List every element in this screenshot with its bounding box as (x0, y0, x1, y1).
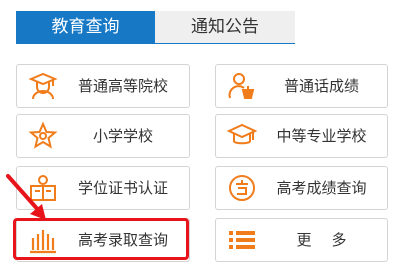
tile-vocational-schools[interactable]: 中等专业学校 (215, 114, 388, 158)
tile-label: 更多 (296, 231, 367, 249)
tile-primary-schools[interactable]: 小学学校 (16, 114, 190, 158)
tile-more[interactable]: 更多 (215, 218, 388, 262)
tile-label: 学位证书认证 (77, 179, 168, 197)
tile-universities[interactable]: 普通高等院校 (16, 64, 190, 108)
exam-score-icon (226, 172, 258, 204)
list-icon (226, 224, 258, 256)
arrow-annotation-icon (6, 174, 46, 220)
tile-label: 高考成绩查询 (276, 179, 367, 197)
tile-label: 中等专业学校 (276, 127, 367, 145)
star-badge-icon (27, 120, 59, 152)
tab-education-query[interactable]: 教育查询 (16, 11, 155, 43)
tile-gaokao-score[interactable]: 高考成绩查询 (215, 166, 388, 210)
mortarboard-icon (226, 120, 258, 152)
tile-mandarin-score[interactable]: 普通话成绩 (215, 64, 388, 108)
tile-label: 普通话成绩 (283, 77, 359, 95)
tab-bar: 教育查询 通知公告 (16, 11, 295, 43)
speaker-person-icon (226, 70, 258, 102)
tile-label: 小学学校 (92, 127, 153, 145)
tab-notices[interactable]: 通知公告 (155, 11, 295, 43)
tab-underline (16, 43, 295, 44)
tile-label: 普通高等院校 (77, 77, 168, 95)
graduate-icon (27, 70, 59, 102)
